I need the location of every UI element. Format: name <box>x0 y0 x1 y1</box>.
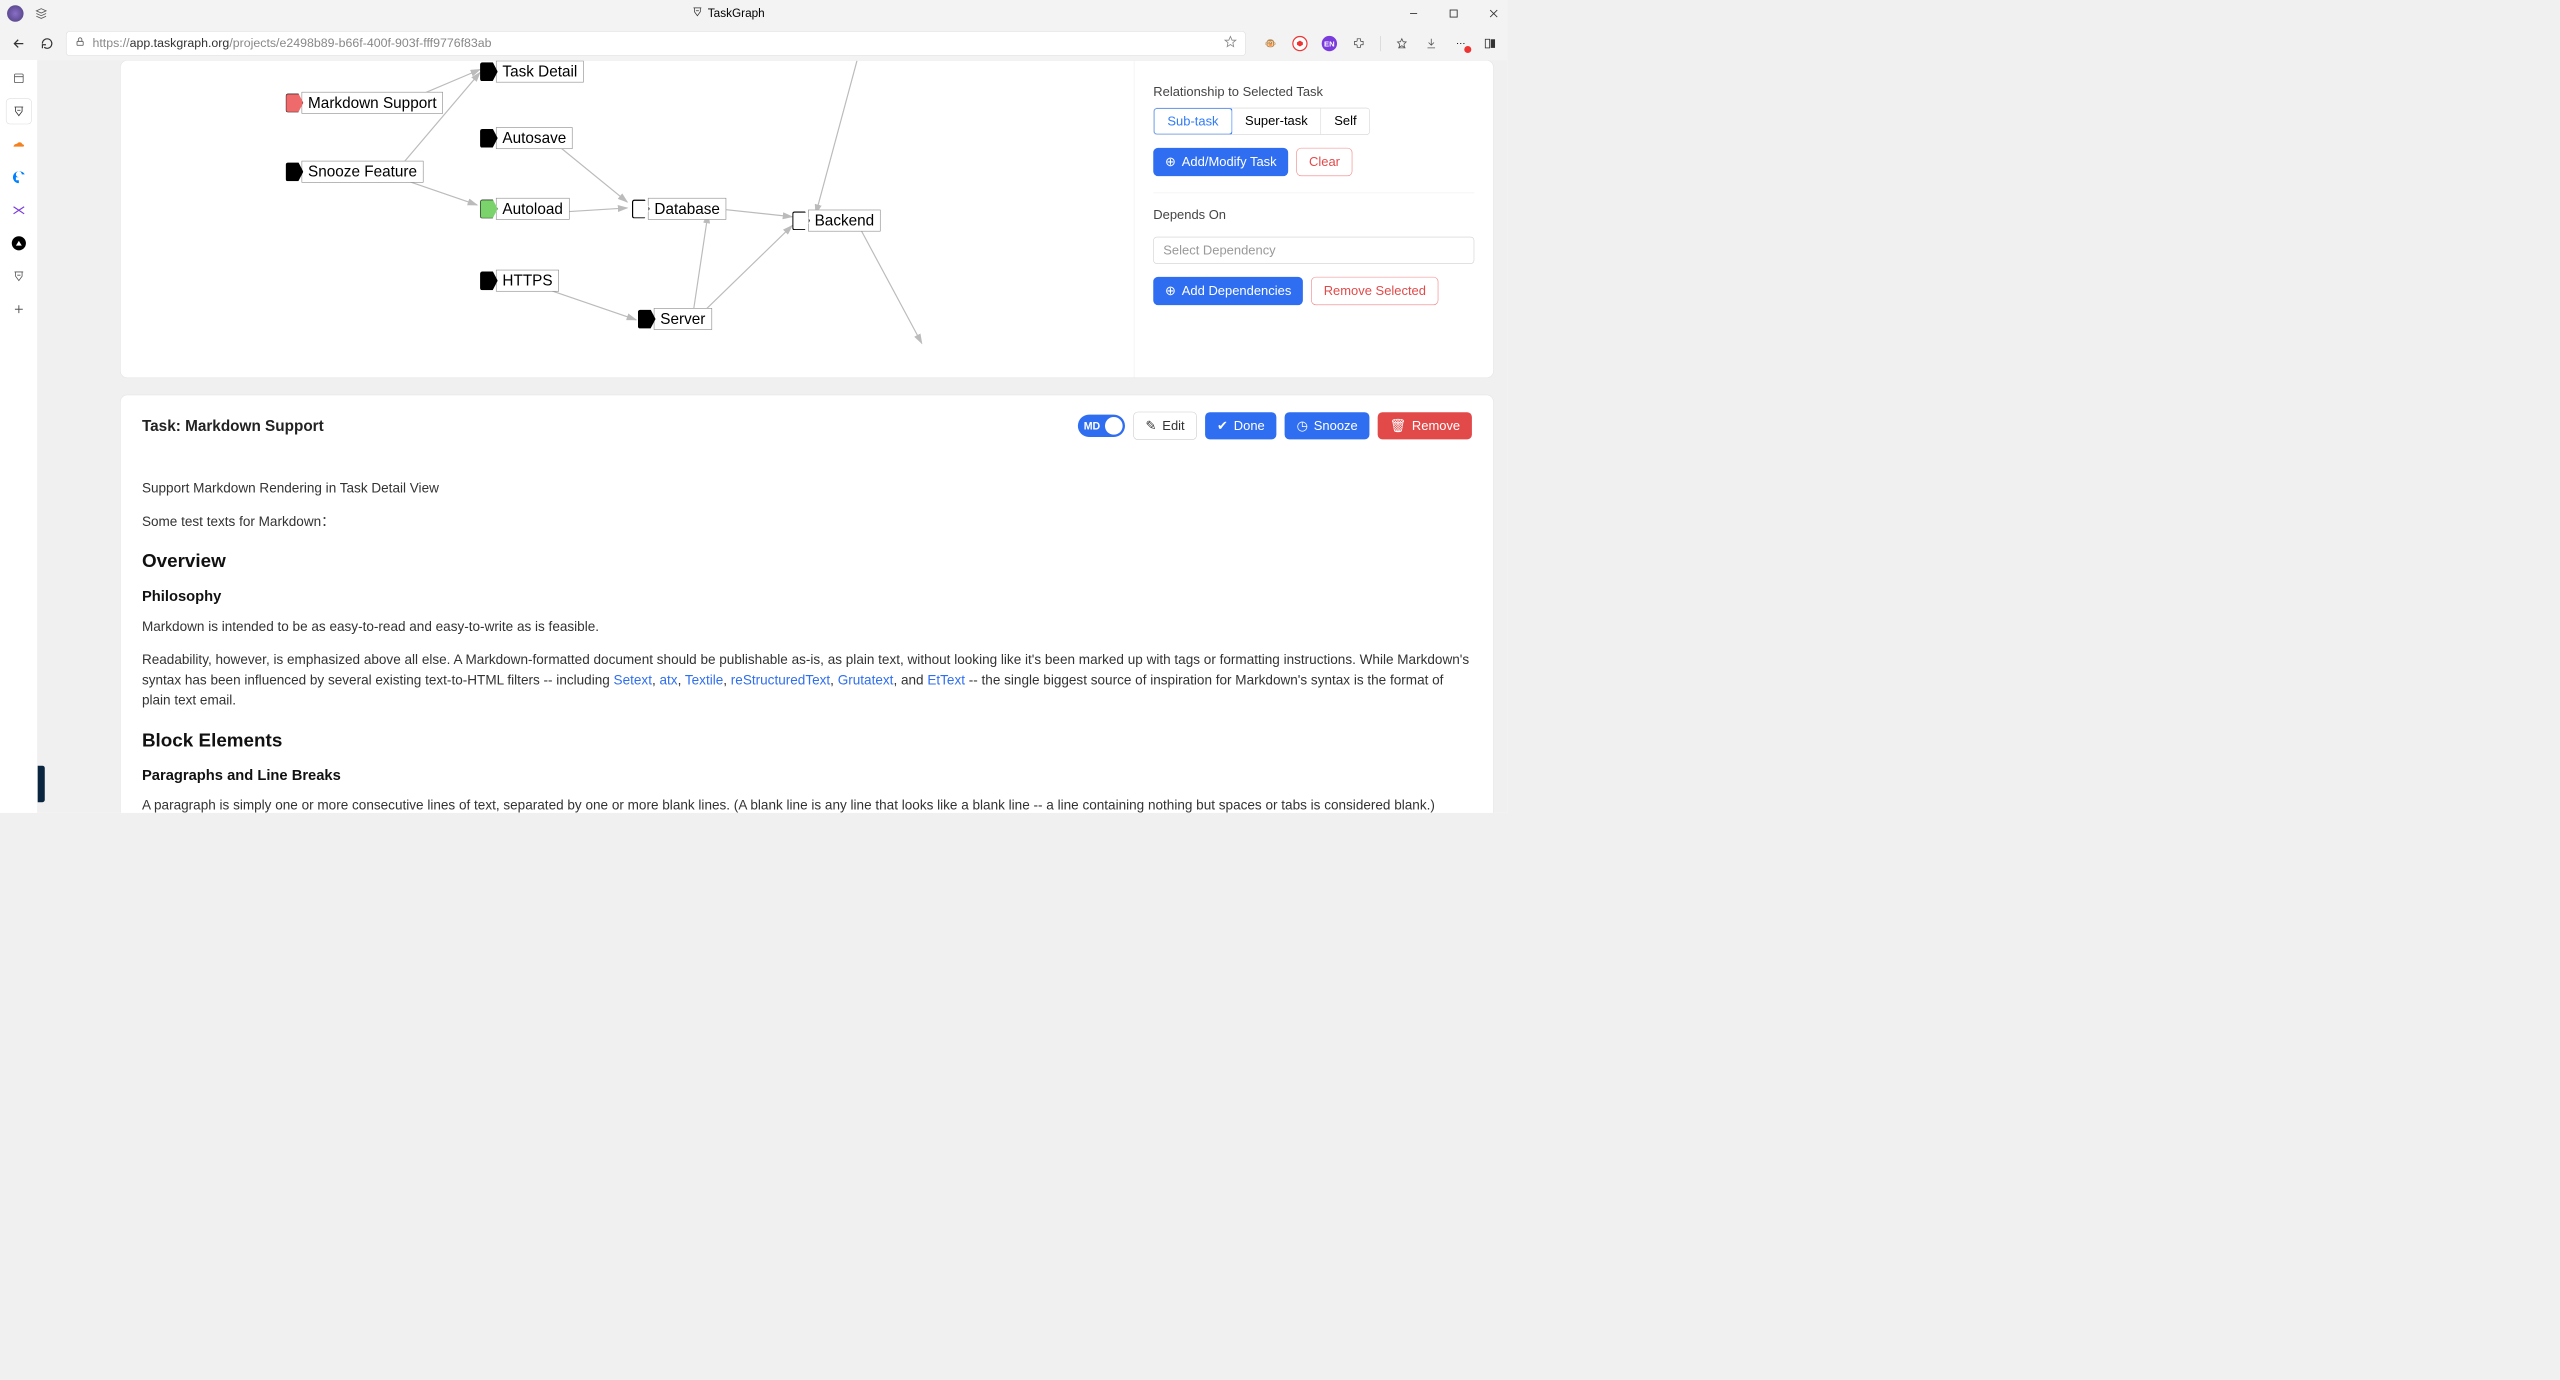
graph-canvas[interactable]: Task Detail Markdown Support Autosave Sn… <box>121 61 1134 378</box>
sidebar-vs-icon[interactable] <box>6 198 31 223</box>
node-autoload[interactable]: Autoload <box>496 198 569 220</box>
sidebar-hourglass-icon[interactable] <box>6 264 31 289</box>
sidebar-taskgraph-icon[interactable] <box>6 99 31 124</box>
edit-button[interactable]: ✎Edit <box>1133 412 1197 440</box>
url-text: https://app.taskgraph.org/projects/e2498… <box>92 37 491 51</box>
node-database[interactable]: Database <box>648 198 727 220</box>
seg-supertask[interactable]: Super-task <box>1232 108 1321 134</box>
intro-line-2: Some test texts for Markdown： <box>142 511 1472 531</box>
remove-selected-button[interactable]: Remove Selected <box>1311 277 1438 305</box>
task-detail-title: Task: Markdown Support <box>142 417 324 435</box>
depends-on-label: Depends On <box>1153 207 1474 222</box>
relationship-label: Relationship to Selected Task <box>1153 84 1474 99</box>
pencil-icon: ✎ <box>1146 418 1157 433</box>
link-ettext[interactable]: EtText <box>927 672 965 687</box>
address-bar[interactable]: https://app.taskgraph.org/projects/e2498… <box>66 31 1246 56</box>
sidebar-tabs-icon[interactable] <box>6 66 31 91</box>
link-rst[interactable]: reStructuredText <box>731 672 830 687</box>
page-title: TaskGraph <box>708 7 765 21</box>
heading-overview: Overview <box>142 547 1472 575</box>
readability-text: Readability, however, is emphasized abov… <box>142 649 1472 710</box>
node-autosave[interactable]: Autosave <box>496 127 573 149</box>
snooze-button[interactable]: ◷Snooze <box>1285 412 1370 439</box>
done-button[interactable]: ✔Done <box>1205 412 1276 439</box>
sidebar-triangle-icon[interactable] <box>6 231 31 256</box>
clear-button[interactable]: Clear <box>1297 148 1353 176</box>
split-screen-icon[interactable] <box>1482 35 1498 51</box>
heading-block-elements: Block Elements <box>142 725 1472 753</box>
add-modify-task-button[interactable]: ⊕Add/Modify Task <box>1153 148 1288 176</box>
favorite-icon[interactable] <box>1224 35 1237 51</box>
link-textile[interactable]: Textile <box>685 672 723 687</box>
heading-paragraphs: Paragraphs and Line Breaks <box>142 764 1472 786</box>
check-circle-icon: ✔ <box>1217 418 1228 433</box>
seg-self[interactable]: Self <box>1321 108 1369 134</box>
maximize-button[interactable] <box>1447 6 1461 20</box>
close-button[interactable] <box>1487 6 1501 20</box>
link-setext[interactable]: Setext <box>614 672 652 687</box>
favorites-icon[interactable] <box>1394 35 1410 51</box>
node-task-detail[interactable]: Task Detail <box>496 61 584 83</box>
select-dependency-input[interactable]: Select Dependency <box>1153 237 1474 264</box>
node-backend[interactable]: Backend <box>808 210 881 232</box>
philosophy-text: Markdown is intended to be as easy-to-re… <box>142 616 1472 636</box>
back-button[interactable] <box>9 34 28 53</box>
node-markdown[interactable]: Markdown Support <box>302 92 443 114</box>
ext-monkey-icon[interactable]: 🐵 <box>1262 35 1278 51</box>
node-https[interactable]: HTTPS <box>496 270 559 292</box>
plus-circle-icon: ⊕ <box>1165 154 1176 169</box>
ext-lang-icon[interactable]: EN <box>1321 35 1337 51</box>
remove-button[interactable]: 🗑Remove <box>1378 412 1472 439</box>
profile-avatar-icon[interactable] <box>7 5 23 21</box>
node-snooze[interactable]: Snooze Feature <box>302 161 424 183</box>
node-server[interactable]: Server <box>654 308 712 330</box>
lock-icon <box>75 37 86 51</box>
clock-icon-2: ◷ <box>1297 418 1308 433</box>
extensions-icon[interactable] <box>1351 35 1367 51</box>
link-atx[interactable]: atx <box>659 672 677 687</box>
seg-subtask[interactable]: Sub-task <box>1153 108 1232 135</box>
downloads-icon[interactable] <box>1423 35 1439 51</box>
minimize-button[interactable] <box>1407 6 1421 20</box>
trash-icon: 🗑 <box>1390 418 1406 433</box>
ext-adblock-icon[interactable] <box>1292 35 1308 51</box>
workspaces-icon[interactable] <box>33 5 49 21</box>
relationship-segment: Sub-task Super-task Self <box>1153 108 1370 135</box>
more-icon[interactable]: ⋯ <box>1452 35 1468 51</box>
sidebar-digitalocean-icon[interactable] <box>6 165 31 190</box>
add-tab-icon[interactable] <box>6 297 31 322</box>
sidebar-cloudflare-icon[interactable] <box>6 132 31 157</box>
plus-circle-icon: ⊕ <box>1165 283 1176 298</box>
paragraphs-text: A paragraph is simply one or more consec… <box>142 795 1472 813</box>
expand-fab[interactable] <box>38 766 45 803</box>
heading-philosophy: Philosophy <box>142 585 1472 607</box>
site-icon <box>691 6 703 21</box>
markdown-toggle[interactable]: MD <box>1078 415 1125 437</box>
add-dependencies-button[interactable]: ⊕Add Dependencies <box>1153 277 1303 305</box>
reload-button[interactable] <box>38 34 57 53</box>
link-grutatext[interactable]: Grutatext <box>838 672 894 687</box>
intro-line-1: Support Markdown Rendering in Task Detai… <box>142 478 1472 498</box>
